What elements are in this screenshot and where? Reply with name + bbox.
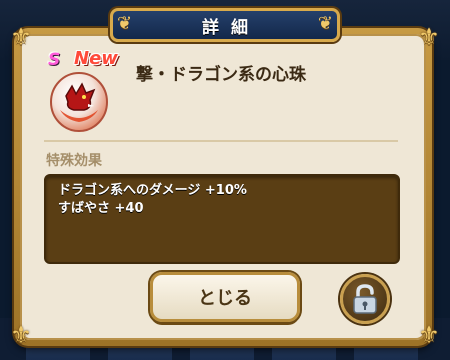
corner-ornament-icon: ⚜ bbox=[10, 23, 32, 51]
special-effect-box: ドラゴン系へのダメージ +10% すばやさ +40 bbox=[44, 174, 400, 264]
close-button[interactable]: とじる bbox=[150, 272, 300, 322]
effect-line: すばやさ +40 bbox=[58, 201, 144, 216]
rank-badge: S bbox=[48, 50, 61, 70]
new-badge: New bbox=[74, 48, 118, 69]
title-ornament-icon: ❦ bbox=[117, 13, 133, 34]
title-plate: ❦ 詳細 ❦ bbox=[110, 8, 340, 42]
item-name: 撃・ドラゴン系の心珠 bbox=[136, 65, 306, 85]
unlocked-padlock-icon bbox=[353, 284, 377, 314]
effect-line: ドラゴン系へのダメージ +10% bbox=[58, 183, 247, 198]
title-ornament-icon: ❦ bbox=[317, 13, 333, 34]
lock-toggle-button[interactable] bbox=[340, 274, 390, 324]
red-dragon-orb-icon bbox=[50, 72, 108, 132]
corner-ornament-icon: ⚜ bbox=[418, 321, 440, 349]
dialog-title: 詳細 bbox=[202, 17, 260, 38]
special-effect-label: 特殊効果 bbox=[46, 153, 102, 169]
divider bbox=[44, 140, 398, 142]
corner-ornament-icon: ⚜ bbox=[10, 321, 32, 349]
corner-ornament-icon: ⚜ bbox=[418, 23, 440, 51]
